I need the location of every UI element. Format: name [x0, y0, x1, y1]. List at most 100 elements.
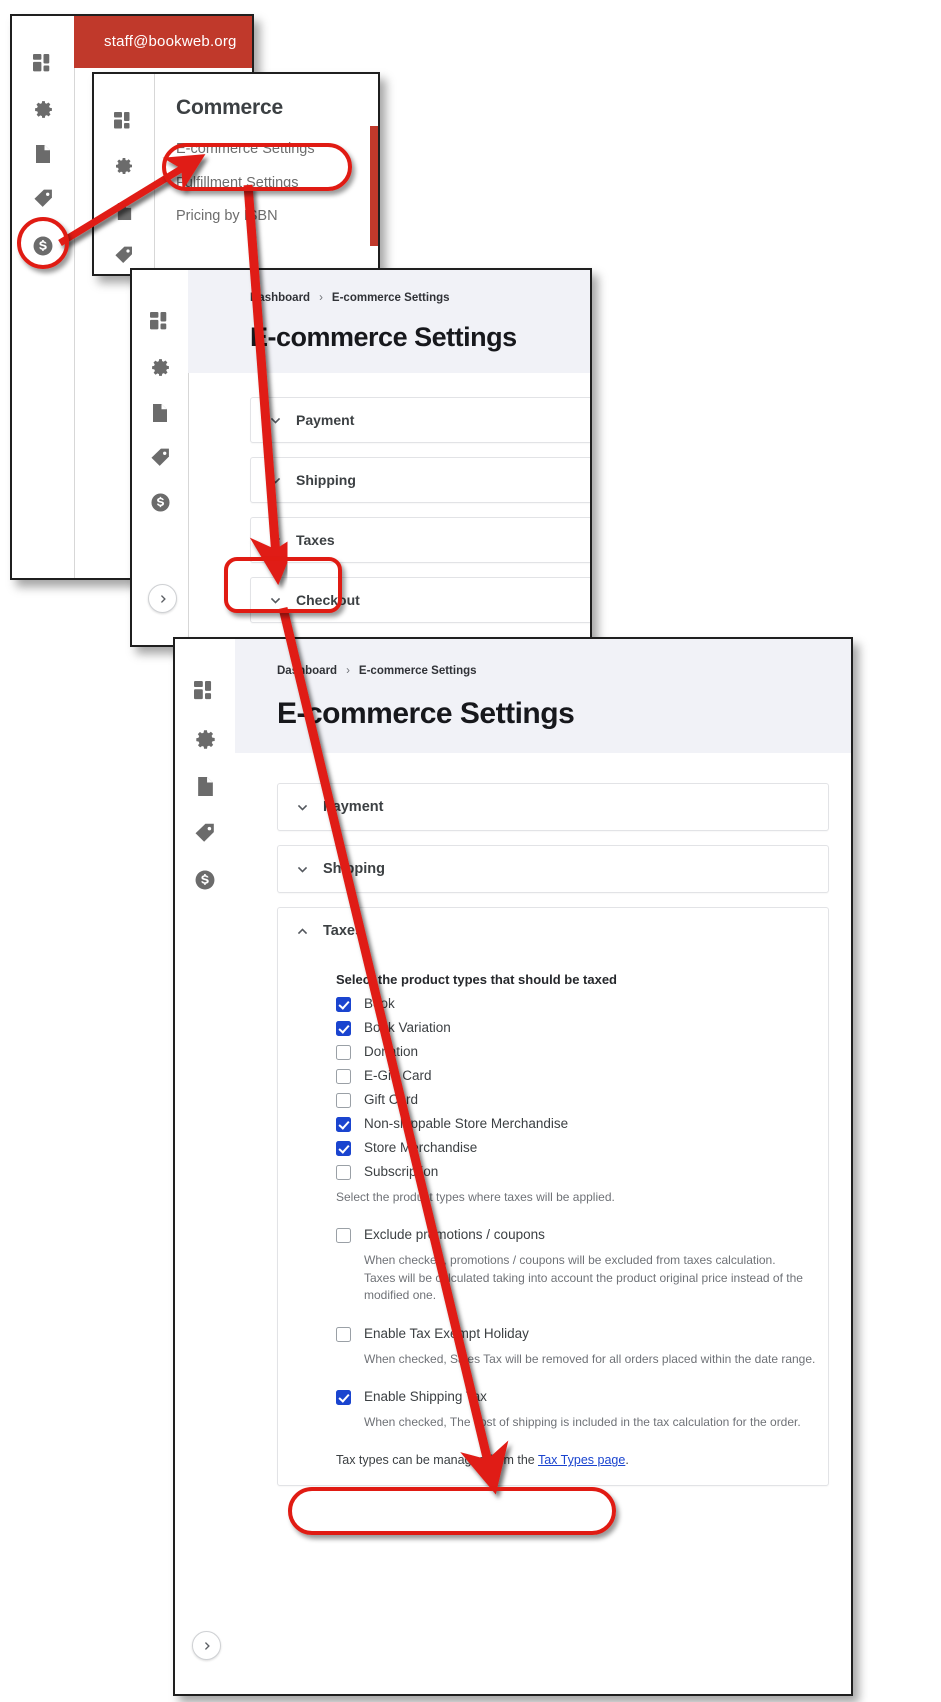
- book-icon[interactable]: [195, 776, 216, 797]
- accordion-taxes-header[interactable]: Taxes: [251, 518, 590, 562]
- expand-sidebar-button[interactable]: [192, 1631, 221, 1660]
- gear-icon[interactable]: [194, 728, 217, 751]
- tax-exempt-holiday-hint: When checked, Sales Tax will be removed …: [364, 1351, 816, 1366]
- chevron-right-icon: [160, 594, 166, 603]
- dashboard-icon[interactable]: [149, 312, 171, 333]
- accordion-taxes-header[interactable]: Taxes: [278, 908, 828, 954]
- accordion-shipping[interactable]: Shipping: [277, 845, 829, 893]
- chevron-down-icon: [270, 477, 281, 484]
- checkbox-exclude-promotions[interactable]: [336, 1228, 351, 1244]
- dashboard-icon[interactable]: [32, 54, 54, 75]
- dollar-icon[interactable]: [150, 492, 171, 513]
- checkbox-book-variation[interactable]: [336, 1021, 351, 1036]
- checkbox-e-gift-card-label: E-Gift Card: [364, 1068, 432, 1084]
- product-types-hint: Select the product types where taxes wil…: [336, 1190, 615, 1204]
- tax-types-note: Tax types can be managed from the Tax Ty…: [336, 1453, 828, 1467]
- checkbox-subscription-label: Subscription: [364, 1164, 439, 1180]
- chevron-down-icon: [270, 537, 281, 544]
- breadcrumb-current: E-commerce Settings: [331, 292, 450, 304]
- checkbox-gift-card-label: Gift Card: [364, 1092, 419, 1108]
- callout-dollar-icon: [17, 217, 69, 269]
- checkbox-tax-exempt-holiday[interactable]: [336, 1326, 351, 1342]
- breadcrumb: Dashboard › E-commerce Settings: [250, 292, 590, 304]
- gear-icon[interactable]: [33, 99, 54, 120]
- checkbox-row-non-shippable-store-merchandise[interactable]: Non-shippable Store Merchandise: [336, 1116, 828, 1132]
- breadcrumb-root[interactable]: Dashboard: [277, 665, 337, 677]
- accordion-payment[interactable]: Payment: [277, 783, 829, 831]
- checkbox-row-store-merchandise[interactable]: Store Merchandise: [336, 1140, 828, 1156]
- breadcrumb-root[interactable]: Dashboard: [250, 292, 310, 304]
- tax-types-note-suffix: .: [625, 1453, 629, 1468]
- icon-rail[interactable]: [12, 16, 75, 578]
- chevron-right-icon: [204, 1641, 210, 1650]
- book-icon[interactable]: [150, 403, 170, 423]
- accordion-payment-label: Payment: [296, 412, 355, 428]
- taxes-body: Select the product types that should be …: [278, 954, 828, 1485]
- accordion-taxes-label: Taxes: [296, 532, 335, 548]
- account-email: staff@bookweb.org: [104, 33, 237, 50]
- checkbox-non-shippable-store-merchandise[interactable]: [336, 1117, 351, 1132]
- book-icon[interactable]: [33, 144, 53, 164]
- page-title: E-commerce Settings: [250, 322, 517, 352]
- breadcrumb: Dashboard › E-commerce Settings: [277, 665, 851, 677]
- checkbox-e-gift-card[interactable]: [336, 1069, 351, 1084]
- accordion-shipping-header[interactable]: Shipping: [278, 846, 828, 892]
- dashboard-icon[interactable]: [114, 112, 134, 132]
- page-hero: Dashboard › E-commerce Settings E-commerce…: [188, 270, 590, 373]
- tag-icon[interactable]: [33, 188, 54, 209]
- checkbox-store-merchandise[interactable]: [336, 1141, 351, 1156]
- tax-types-note-prefix: Tax types can be managed from the: [336, 1453, 538, 1468]
- option-enable-shipping-tax: Enable Shipping Tax When checked, The co…: [336, 1389, 828, 1431]
- book-icon[interactable]: [115, 202, 134, 221]
- account-topbar: staff@bookweb.org: [74, 16, 252, 68]
- screenshot-stage: staff@bookweb.org Commerce E-commerce Se…: [0, 0, 941, 1702]
- accordion-shipping[interactable]: Shipping: [250, 457, 590, 503]
- chevron-down-icon: [297, 804, 308, 811]
- accordion-shipping-header[interactable]: Shipping: [251, 458, 590, 502]
- dashboard-icon[interactable]: [194, 681, 216, 703]
- callout-ecommerce-settings-menu-item: [162, 143, 352, 191]
- option-tax-exempt-holiday: Enable Tax Exempt Holiday When checked, …: [336, 1326, 828, 1368]
- accordion-payment-header[interactable]: Payment: [278, 784, 828, 830]
- chevron-down-icon: [270, 417, 281, 424]
- expand-sidebar-button[interactable]: [148, 584, 177, 613]
- checkbox-row-book-variation[interactable]: Book Variation: [336, 1020, 828, 1036]
- tax-types-page-link[interactable]: Tax Types page: [538, 1453, 625, 1467]
- dollar-icon[interactable]: [194, 869, 216, 891]
- tag-icon[interactable]: [194, 822, 216, 844]
- checkbox-donation-label: Donation: [364, 1044, 419, 1060]
- exclude-promotions-hint-line2: Taxes will be calculated taking into acc…: [364, 1270, 803, 1303]
- checkbox-donation[interactable]: [336, 1045, 351, 1060]
- checkbox-exclude-promotions-label: Exclude promotions / coupons: [364, 1227, 545, 1243]
- tag-icon[interactable]: [114, 245, 134, 265]
- checkbox-row-subscription[interactable]: Subscription: [336, 1164, 828, 1180]
- window-ecommerce-settings-front: Dashboard › E-commerce Settings E-commerce…: [173, 637, 853, 1696]
- icon-rail[interactable]: [94, 74, 155, 274]
- chevron-up-icon: [297, 927, 308, 934]
- checkbox-row-donation[interactable]: Donation: [336, 1044, 828, 1060]
- checkbox-row-enable-shipping-tax[interactable]: Enable Shipping Tax: [336, 1389, 828, 1405]
- checkbox-row-book[interactable]: Book: [336, 996, 828, 1012]
- accordion-payment[interactable]: Payment: [250, 397, 590, 443]
- accordion-payment-header[interactable]: Payment: [251, 398, 590, 442]
- exclude-promotions-hint-line1: When checked, promotions / coupons will …: [364, 1253, 776, 1268]
- checkbox-row-gift-card[interactable]: Gift Card: [336, 1092, 828, 1108]
- tag-icon[interactable]: [150, 447, 171, 468]
- gear-icon[interactable]: [114, 156, 134, 176]
- icon-rail[interactable]: [175, 639, 236, 1694]
- checkbox-row-tax-exempt-holiday[interactable]: Enable Tax Exempt Holiday: [336, 1326, 828, 1342]
- breadcrumb-current: E-commerce Settings: [358, 665, 477, 677]
- checkbox-row-e-gift-card[interactable]: E-Gift Card: [336, 1068, 828, 1084]
- gear-icon[interactable]: [150, 357, 171, 378]
- checkbox-row-exclude-promotions[interactable]: Exclude promotions / coupons: [336, 1227, 828, 1244]
- checkbox-book-label: Book: [364, 996, 395, 1012]
- breadcrumb-separator: ›: [319, 292, 323, 304]
- menu-item-pricing-by-isbn[interactable]: Pricing by ISBN: [176, 209, 378, 224]
- callout-taxes-accordion: [224, 557, 342, 613]
- checkbox-enable-shipping-tax-label: Enable Shipping Tax: [364, 1389, 487, 1405]
- accordion-taxes[interactable]: Taxes Select the product types that shou…: [277, 907, 829, 1487]
- checkbox-book[interactable]: [336, 997, 351, 1012]
- checkbox-enable-shipping-tax[interactable]: [336, 1389, 351, 1405]
- checkbox-gift-card[interactable]: [336, 1093, 351, 1108]
- checkbox-subscription[interactable]: [336, 1165, 351, 1180]
